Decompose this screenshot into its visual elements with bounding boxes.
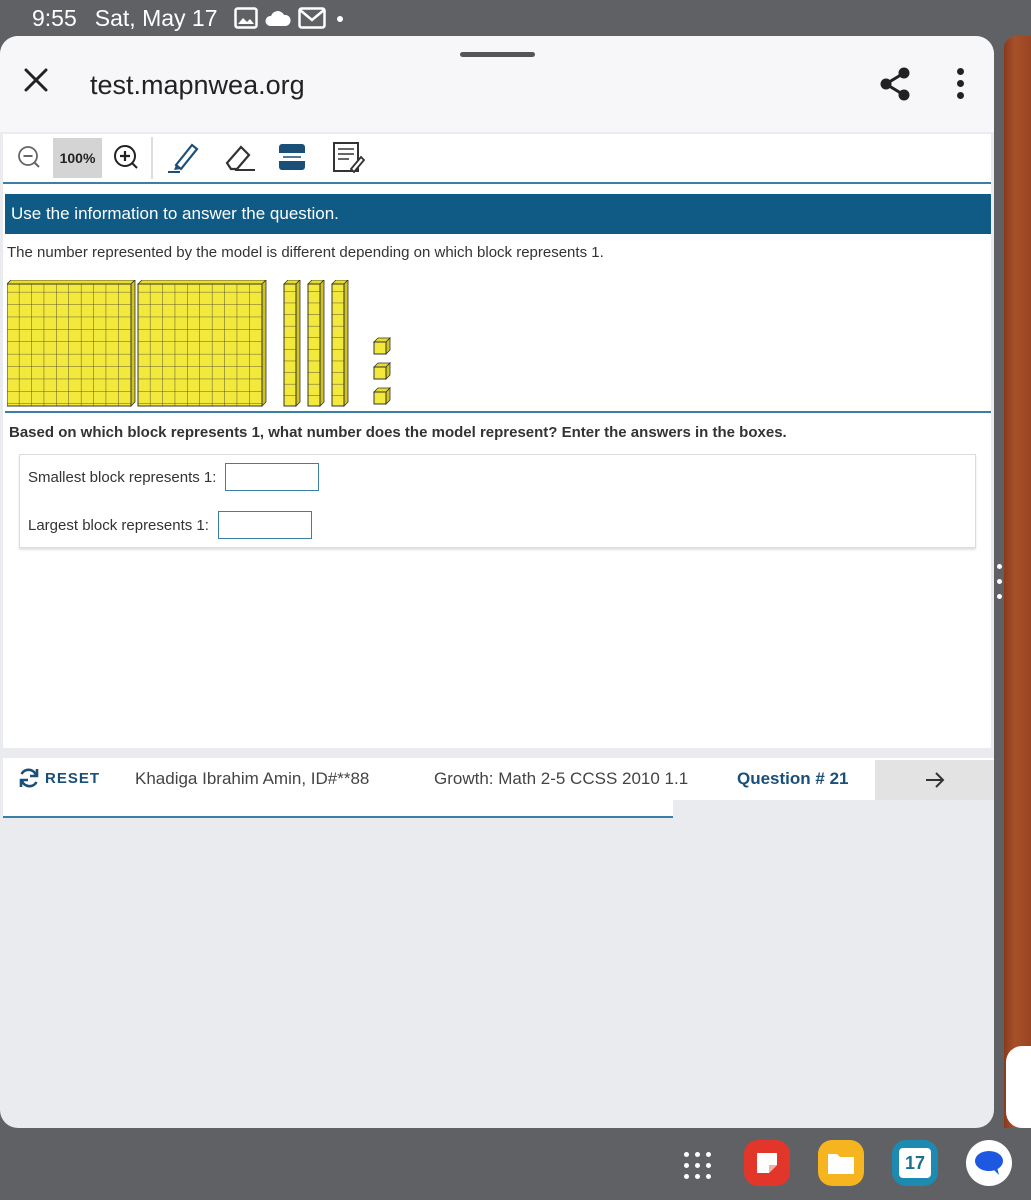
zoom-in-icon[interactable]	[113, 144, 139, 170]
url-text[interactable]: test.mapnwea.org	[90, 70, 305, 101]
cloud-icon	[264, 9, 292, 27]
gmail-icon	[297, 7, 326, 29]
browser-titlebar: test.mapnwea.org	[0, 36, 994, 132]
taskbar: 17	[0, 1128, 1031, 1200]
clock: 9:55	[32, 4, 77, 31]
stimulus-text: The number represented by the model is d…	[7, 244, 604, 261]
zoom-level: 100%	[53, 138, 102, 178]
share-icon[interactable]	[878, 66, 912, 102]
smallest-block-input[interactable]	[225, 463, 320, 491]
highlighter-icon[interactable]	[166, 139, 202, 175]
answer-row-smallest: Smallest block represents 1:	[28, 463, 320, 491]
unit-cube	[373, 362, 391, 380]
reset-button[interactable]: RESET	[17, 766, 100, 790]
unit-cube	[373, 387, 391, 405]
tens-rod	[283, 280, 301, 407]
answer-row-largest: Largest block represents 1:	[28, 511, 312, 539]
files-app-icon[interactable]	[818, 1140, 864, 1186]
question-number: Question # 21	[737, 769, 849, 788]
question-prompt: Based on which block represents 1, what …	[9, 424, 787, 441]
base-ten-blocks-model	[7, 280, 391, 407]
dot-icon	[332, 13, 348, 23]
test-progress-bar	[3, 800, 673, 818]
messages-app-icon[interactable]	[966, 1140, 1012, 1186]
next-question-button[interactable]	[875, 760, 994, 800]
answer-label: Smallest block represents 1:	[28, 468, 217, 486]
arrow-right-icon	[925, 772, 944, 788]
largest-block-input[interactable]	[217, 511, 312, 539]
app-drawer-icon[interactable]	[684, 1152, 712, 1180]
notepad-icon[interactable]	[331, 139, 367, 175]
notes-app-icon[interactable]	[744, 1140, 790, 1186]
line-reader-icon[interactable]	[275, 139, 311, 175]
hundreds-block	[7, 280, 136, 407]
refresh-icon	[19, 768, 39, 788]
calendar-app-icon[interactable]: 17	[892, 1140, 938, 1186]
reset-label: RESET	[45, 769, 101, 787]
answer-label: Largest block represents 1:	[28, 516, 209, 534]
status-bar: 9:55 Sat, May 17	[0, 0, 1031, 36]
split-handle[interactable]	[996, 564, 1004, 604]
eraser-icon[interactable]	[221, 139, 257, 175]
unit-cube	[373, 337, 391, 355]
answer-panel: Smallest block represents 1: Largest blo…	[19, 454, 976, 548]
calendar-day: 17	[899, 1148, 931, 1178]
close-icon[interactable]	[22, 66, 50, 94]
instruction-banner: Use the information to answer the questi…	[5, 194, 991, 234]
section-divider	[5, 411, 991, 413]
student-name: Khadiga Ibrahim Amin, ID#**88	[135, 769, 370, 788]
wallpaper-strip	[1004, 36, 1031, 1128]
hundreds-block	[137, 280, 267, 407]
toolbar-divider	[151, 137, 153, 179]
side-window-edge[interactable]	[1006, 1046, 1031, 1128]
browser-window: test.mapnwea.org 100% Use the informatio…	[0, 36, 994, 1128]
window-drag-handle[interactable]	[460, 52, 535, 57]
tens-rod	[307, 280, 325, 407]
test-toolbar: 100%	[3, 134, 991, 184]
zoom-out-icon[interactable]	[17, 145, 41, 169]
test-page: 100% Use the information to answer the q…	[3, 134, 991, 748]
test-footer: RESET Khadiga Ibrahim Amin, ID#**88 Grow…	[3, 758, 994, 800]
tens-rod	[331, 280, 349, 407]
date: Sat, May 17	[94, 4, 218, 31]
test-name: Growth: Math 2-5 CCSS 2010 1.1	[434, 769, 689, 788]
more-vert-icon[interactable]	[950, 68, 970, 102]
gallery-icon	[233, 7, 258, 29]
